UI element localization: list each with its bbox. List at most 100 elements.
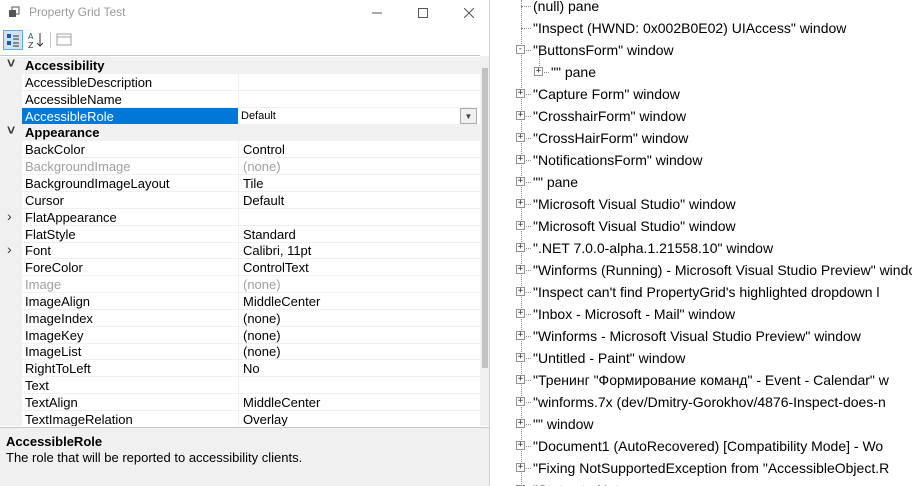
- tree-item[interactable]: + "" window: [491, 413, 912, 435]
- property-row[interactable]: AccessibleName: [0, 90, 480, 108]
- tree-item[interactable]: + "CrosshairForm" window: [491, 105, 912, 127]
- expand-icon[interactable]: +: [516, 89, 525, 98]
- collapse-icon[interactable]: -: [516, 45, 525, 54]
- column-divider[interactable]: [238, 242, 239, 260]
- expand-icon[interactable]: +: [516, 287, 525, 296]
- dropdown-button[interactable]: ▼: [460, 107, 477, 124]
- property-pages-button[interactable]: [55, 30, 75, 50]
- property-row[interactable]: › Font Calibri, 11pt: [0, 241, 480, 260]
- expand-icon[interactable]: +: [534, 67, 543, 76]
- property-value[interactable]: No: [243, 360, 260, 377]
- tree-item[interactable]: + "Тренинг "Формирование команд" - Event …: [491, 369, 912, 391]
- category-row[interactable]: ˅ Appearance: [0, 122, 480, 142]
- ui-tree-view[interactable]: (null) pane "Inspect (HWND: 0x002B0E02) U…: [491, 0, 912, 486]
- column-divider[interactable]: [238, 191, 239, 209]
- property-value[interactable]: (none): [243, 327, 281, 344]
- tree-item[interactable]: + "winforms.7x (dev/Dmitry-Gorokhov/4876-…: [491, 391, 912, 413]
- property-value-editor[interactable]: Default: [241, 108, 460, 125]
- property-row[interactable]: BackColor Control: [0, 141, 480, 159]
- minimize-button[interactable]: [354, 0, 400, 25]
- expand-icon[interactable]: +: [516, 133, 525, 142]
- property-row[interactable]: › FlatAppearance: [0, 208, 480, 226]
- column-divider[interactable]: [238, 174, 239, 192]
- column-divider[interactable]: [238, 225, 239, 243]
- tree-item[interactable]: + "Untitled - Paint" window: [491, 347, 912, 369]
- expand-icon[interactable]: +: [516, 353, 525, 362]
- scrollbar-thumb[interactable]: [482, 68, 488, 368]
- maximize-button[interactable]: [400, 0, 446, 25]
- category-row[interactable]: ˅ Accessibility: [0, 56, 480, 74]
- column-divider[interactable]: [238, 309, 239, 327]
- column-divider[interactable]: [238, 394, 239, 411]
- tree-item[interactable]: + "Microsoft Visual Studio" window: [491, 215, 912, 237]
- property-row[interactable]: ImageKey (none): [0, 326, 480, 344]
- property-row[interactable]: FlatStyle Standard: [0, 225, 480, 243]
- tree-item[interactable]: + "Microsoft Visual Studio" window: [491, 193, 912, 215]
- expand-icon[interactable]: ›: [7, 208, 12, 225]
- expand-icon[interactable]: +: [516, 375, 525, 384]
- property-value[interactable]: Calibri, 11pt: [243, 242, 311, 259]
- property-value[interactable]: MiddleCenter: [243, 293, 320, 310]
- close-button[interactable]: [446, 0, 489, 25]
- property-row[interactable]: TextImageRelation Overlay: [0, 410, 480, 426]
- title-bar[interactable]: Property Grid Test: [0, 0, 489, 25]
- property-row[interactable]: ImageAlign MiddleCenter: [0, 292, 480, 310]
- column-divider[interactable]: [238, 73, 239, 91]
- property-row[interactable]: RightToLeft No: [0, 360, 480, 378]
- expand-icon[interactable]: +: [516, 199, 525, 208]
- column-divider[interactable]: [238, 292, 239, 310]
- property-row[interactable]: ImageIndex (none): [0, 309, 480, 327]
- expand-icon[interactable]: ›: [7, 241, 12, 258]
- property-value[interactable]: Default: [243, 192, 284, 209]
- property-row[interactable]: ForeColor ControlText: [0, 259, 480, 277]
- property-row[interactable]: Cursor Default: [0, 191, 480, 209]
- grid-scrollbar[interactable]: [480, 56, 489, 426]
- expand-icon[interactable]: +: [516, 111, 525, 120]
- property-value[interactable]: Tile: [243, 175, 263, 192]
- categorized-button[interactable]: [3, 30, 23, 50]
- tree-item[interactable]: (null) pane: [491, 0, 912, 17]
- expand-icon[interactable]: +: [516, 441, 525, 450]
- alphabetical-button[interactable]: A Z: [27, 30, 47, 50]
- property-value[interactable]: (none): [243, 310, 281, 327]
- tree-item[interactable]: + "" pane: [491, 61, 912, 83]
- collapse-icon[interactable]: ˅: [7, 56, 15, 72]
- tree-item[interactable]: + "Inspect can't find PropertyGrid's high…: [491, 281, 912, 303]
- tree-item[interactable]: + "CrossHairForm" window: [491, 127, 912, 149]
- property-row[interactable]: BackgroundImage (none): [0, 158, 480, 176]
- expand-icon[interactable]: +: [516, 155, 525, 164]
- column-divider[interactable]: [238, 276, 239, 294]
- expand-icon[interactable]: +: [516, 221, 525, 230]
- expand-icon[interactable]: +: [516, 419, 525, 428]
- property-row[interactable]: Image (none): [0, 276, 480, 294]
- tree-item[interactable]: + "Fixing NotSupportedException from "Acc…: [491, 457, 912, 479]
- property-row[interactable]: TextAlign MiddleCenter: [0, 394, 480, 411]
- tree-item[interactable]: + "Winforms - Microsoft Visual Studio Pre…: [491, 325, 912, 347]
- property-value[interactable]: MiddleCenter: [243, 394, 320, 411]
- expand-icon[interactable]: +: [516, 331, 525, 340]
- expand-icon[interactable]: +: [516, 397, 525, 406]
- property-row[interactable]: ImageList (none): [0, 343, 480, 361]
- collapse-icon[interactable]: ˅: [7, 122, 15, 139]
- property-value[interactable]: (none): [243, 158, 281, 175]
- property-name[interactable]: AccessibleRole: [22, 107, 238, 125]
- column-divider[interactable]: [238, 141, 239, 159]
- tree-item[interactable]: + ".NET 7.0.0-alpha.1.21558.10" window: [491, 237, 912, 259]
- expand-icon[interactable]: +: [516, 265, 525, 274]
- column-divider[interactable]: [238, 360, 239, 378]
- column-divider[interactable]: [238, 259, 239, 277]
- property-value[interactable]: (none): [243, 343, 281, 360]
- tree-item[interactable]: "Inspect (HWND: 0x002B0E02) UIAccess" wi…: [491, 17, 912, 39]
- property-value[interactable]: ControlText: [243, 259, 309, 276]
- column-divider[interactable]: [238, 90, 239, 108]
- property-value[interactable]: Control: [243, 141, 285, 158]
- tree-item[interactable]: + "Capture Form" window: [491, 83, 912, 105]
- property-row[interactable]: AccessibleRole Default ▼: [0, 107, 480, 125]
- property-value[interactable]: Overlay: [243, 411, 288, 426]
- property-grid[interactable]: ˅ Accessibility AccessibleDescription Acces…: [0, 55, 480, 426]
- expand-icon[interactable]: +: [516, 243, 525, 252]
- tree-item[interactable]: + "" pane: [491, 171, 912, 193]
- column-divider[interactable]: [238, 377, 239, 395]
- column-divider[interactable]: [238, 343, 239, 361]
- column-divider[interactable]: [238, 208, 239, 226]
